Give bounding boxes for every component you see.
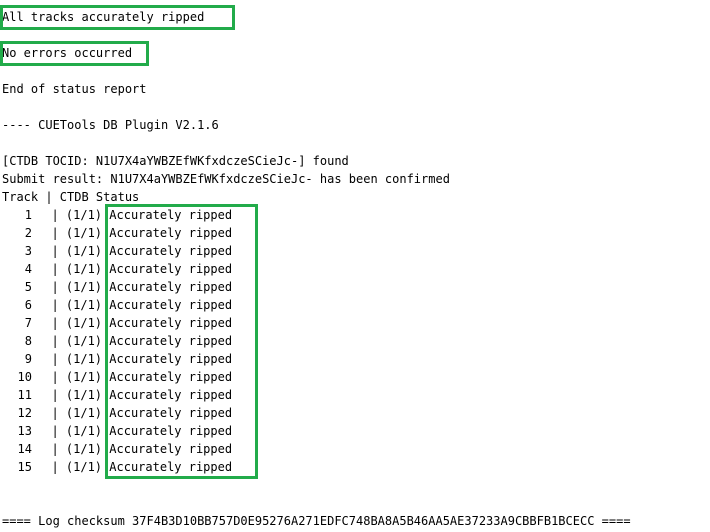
track-row: 13 | (1/1) Accurately ripped	[2, 422, 233, 440]
track-count: (1/1)	[65, 406, 103, 420]
column-separator: |	[37, 352, 66, 366]
column-separator: |	[37, 406, 66, 420]
track-row: 15 | (1/1) Accurately ripped	[2, 458, 233, 476]
column-separator: |	[37, 226, 66, 240]
track-count: (1/1)	[65, 370, 103, 384]
track-status: Accurately ripped	[109, 442, 233, 456]
track-status: Accurately ripped	[109, 334, 233, 348]
track-row: 5 | (1/1) Accurately ripped	[2, 278, 232, 296]
column-separator: |	[37, 262, 66, 276]
track-number: 9	[24, 352, 32, 366]
track-status: Accurately ripped	[109, 460, 233, 474]
track-status: Accurately ripped	[109, 406, 233, 420]
no-errors-status: No errors occurred	[2, 46, 133, 60]
track-number: 14	[17, 442, 32, 456]
track-number: 5	[24, 280, 32, 294]
track-status: Accurately ripped	[109, 280, 233, 294]
column-separator: |	[37, 298, 66, 312]
track-count: (1/1)	[65, 388, 103, 402]
track-row: 3 | (1/1) Accurately ripped	[2, 242, 232, 260]
track-row: 8 | (1/1) Accurately ripped	[2, 332, 232, 350]
track-number: 10	[17, 370, 32, 384]
log-checksum-line: ==== Log checksum 37F4B3D10BB757D0E95276…	[2, 514, 631, 528]
column-separator: |	[37, 334, 66, 348]
track-row: 6 | (1/1) Accurately ripped	[2, 296, 232, 314]
track-number: 7	[24, 316, 32, 330]
track-number: 12	[17, 406, 32, 420]
track-status: Accurately ripped	[109, 316, 233, 330]
track-status: Accurately ripped	[109, 262, 233, 276]
track-count: (1/1)	[65, 298, 103, 312]
track-row: 4 | (1/1) Accurately ripped	[2, 260, 232, 278]
track-count: (1/1)	[65, 352, 103, 366]
track-status: Accurately ripped	[109, 208, 233, 222]
all-tracks-status: All tracks accurately ripped	[2, 10, 205, 24]
track-status: Accurately ripped	[109, 388, 233, 402]
track-count: (1/1)	[65, 208, 103, 222]
track-row: 12 | (1/1) Accurately ripped	[2, 404, 233, 422]
track-row: 11 | (1/1) Accurately ripped	[2, 386, 233, 404]
track-number: 4	[24, 262, 32, 276]
track-row: 9 | (1/1) Accurately ripped	[2, 350, 232, 368]
track-number: 1	[24, 208, 32, 222]
track-count: (1/1)	[65, 262, 103, 276]
track-number: 15	[17, 460, 32, 474]
track-count: (1/1)	[65, 334, 103, 348]
end-of-report-text: End of status report	[2, 82, 147, 96]
track-row: 14 | (1/1) Accurately ripped	[2, 440, 233, 458]
column-separator: |	[37, 316, 66, 330]
track-number: 6	[24, 298, 32, 312]
column-separator: |	[37, 244, 66, 258]
column-separator: |	[37, 370, 66, 384]
track-row: 10 | (1/1) Accurately ripped	[2, 368, 233, 386]
table-header: Track | CTDB Status	[2, 190, 140, 204]
submit-result-line: Submit result: N1U7X4aYWBZEfWKfxdczeSCie…	[2, 172, 450, 186]
track-row: 2 | (1/1) Accurately ripped	[2, 224, 232, 242]
track-count: (1/1)	[65, 316, 103, 330]
track-number: 8	[24, 334, 32, 348]
track-count: (1/1)	[65, 244, 103, 258]
track-number: 11	[17, 388, 32, 402]
track-row: 7 | (1/1) Accurately ripped	[2, 314, 232, 332]
track-count: (1/1)	[65, 460, 103, 474]
track-count: (1/1)	[65, 442, 103, 456]
column-separator: |	[37, 424, 66, 438]
column-separator: |	[37, 280, 66, 294]
track-status: Accurately ripped	[109, 244, 233, 258]
track-status: Accurately ripped	[109, 424, 233, 438]
track-count: (1/1)	[65, 226, 103, 240]
track-status: Accurately ripped	[109, 370, 233, 384]
column-separator: |	[37, 460, 66, 474]
track-status: Accurately ripped	[109, 226, 233, 240]
track-row: 1 | (1/1) Accurately ripped	[2, 206, 232, 224]
track-number: 2	[24, 226, 32, 240]
tocid-line: [CTDB TOCID: N1U7X4aYWBZEfWKfxdczeSCieJc…	[2, 154, 349, 168]
column-separator: |	[37, 208, 66, 222]
column-separator: |	[37, 442, 66, 456]
track-status: Accurately ripped	[109, 298, 233, 312]
track-count: (1/1)	[65, 424, 103, 438]
track-number: 3	[24, 244, 32, 258]
track-status: Accurately ripped	[109, 352, 233, 366]
plugin-header: ---- CUETools DB Plugin V2.1.6	[2, 118, 219, 132]
track-count: (1/1)	[65, 280, 103, 294]
track-number: 13	[17, 424, 32, 438]
column-separator: |	[37, 388, 66, 402]
